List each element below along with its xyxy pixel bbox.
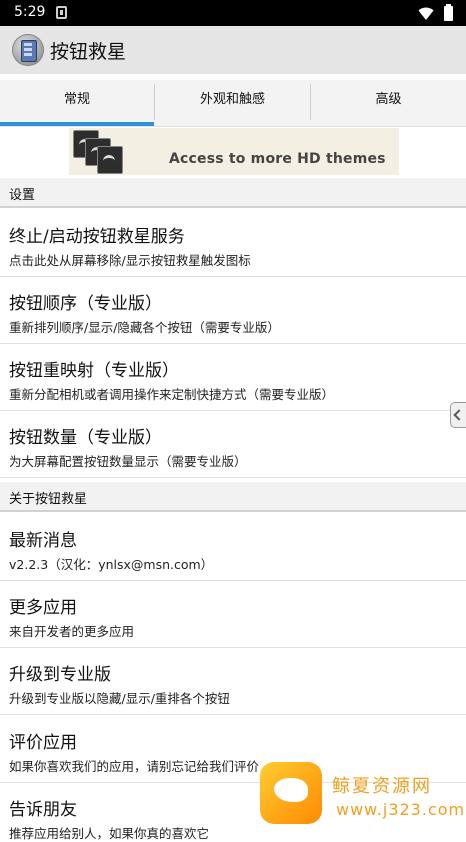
pref-upgrade-pro[interactable]: 升级到专业版 升级到专业版以隐藏/显示/重排各个按钮: [0, 648, 466, 715]
pref-title: 按钮顺序（专业版）: [9, 294, 162, 314]
tab-advanced[interactable]: 高级: [311, 80, 466, 122]
watermark-site-name: 鲸夏资源网: [332, 776, 432, 797]
pref-title: 评价应用: [9, 733, 77, 753]
pref-toggle-service[interactable]: 终止/启动按钮救星服务 点击此处从屏幕移除/显示按钮救星触发图标: [0, 210, 466, 277]
pref-button-count[interactable]: 按钮数量（专业版） 为大屏幕配置按钮数量显示（需要专业版）: [0, 411, 466, 478]
pref-summary: 推荐应用给别人，如果你真的喜欢它: [9, 826, 210, 841]
themes-banner[interactable]: Access to more HD themes: [69, 128, 399, 175]
tab-selected-indicator: [0, 122, 154, 126]
status-time: 5:29: [14, 4, 46, 20]
battery-icon: [444, 4, 453, 21]
tab-bar: 常规 外观和触感 高级: [0, 80, 466, 127]
tab-appearance[interactable]: 外观和触感: [155, 80, 310, 122]
watermark: 鲸夏资源网 www.j323.com: [260, 752, 466, 830]
pref-summary: 重新分配相机或者调用操作来定制快捷方式（需要专业版）: [9, 387, 335, 402]
watermark-url: www.j323.com: [336, 800, 466, 819]
pref-title: 升级到专业版: [9, 665, 111, 685]
whale-logo-icon: [260, 762, 322, 824]
pref-whats-new[interactable]: 最新消息 v2.2.3（汉化：ynlsx@msn.com）: [0, 514, 466, 581]
pref-more-apps[interactable]: 更多应用 来自开发者的更多应用: [0, 581, 466, 648]
pref-button-remap[interactable]: 按钮重映射（专业版） 重新分配相机或者调用操作来定制快捷方式（需要专业版）: [0, 344, 466, 411]
pref-summary: 为大屏幕配置按钮数量显示（需要专业版）: [9, 454, 247, 469]
pref-title: 最新消息: [9, 531, 77, 551]
pref-summary: v2.2.3（汉化：ynlsx@msn.com）: [9, 557, 214, 572]
section-header-about: 关于按钮救星: [0, 482, 466, 512]
app-title: 按钮救星: [50, 41, 127, 63]
floating-trigger-handle[interactable]: [450, 402, 466, 428]
section-header-label: 关于按钮救星: [9, 492, 88, 507]
pref-summary: 重新排列顺序/显示/隐藏各个按钮（需要专业版）: [9, 320, 280, 335]
pref-button-order[interactable]: 按钮顺序（专业版） 重新排列顺序/显示/隐藏各个按钮（需要专业版）: [0, 277, 466, 344]
pref-title: 告诉朋友: [9, 800, 77, 820]
pref-title: 按钮重映射（专业版）: [9, 361, 179, 381]
pref-summary: 点击此处从屏幕移除/显示按钮救星触发图标: [9, 253, 251, 268]
wifi-icon: [418, 7, 434, 20]
notification-icon: [56, 6, 67, 19]
section-header-settings: 设置: [0, 178, 466, 208]
app-bar: 按钮救星: [0, 26, 466, 74]
pref-summary: 如果你喜欢我们的应用，请别忘记给我们评价: [9, 759, 260, 774]
section-header-label: 设置: [9, 188, 36, 203]
app-logo-icon: [12, 34, 44, 66]
pref-summary: 来自开发者的更多应用: [9, 624, 135, 639]
theme-icon: [97, 146, 123, 174]
status-bar: 5:29: [0, 0, 466, 26]
pref-title: 终止/启动按钮救星服务: [9, 227, 185, 247]
pref-summary: 升级到专业版以隐藏/显示/重排各个按钮: [9, 691, 230, 706]
pref-title: 更多应用: [9, 598, 77, 618]
banner-text: Access to more HD themes: [169, 151, 386, 167]
pref-title: 按钮数量（专业版）: [9, 428, 162, 448]
tab-general[interactable]: 常规: [0, 80, 154, 122]
